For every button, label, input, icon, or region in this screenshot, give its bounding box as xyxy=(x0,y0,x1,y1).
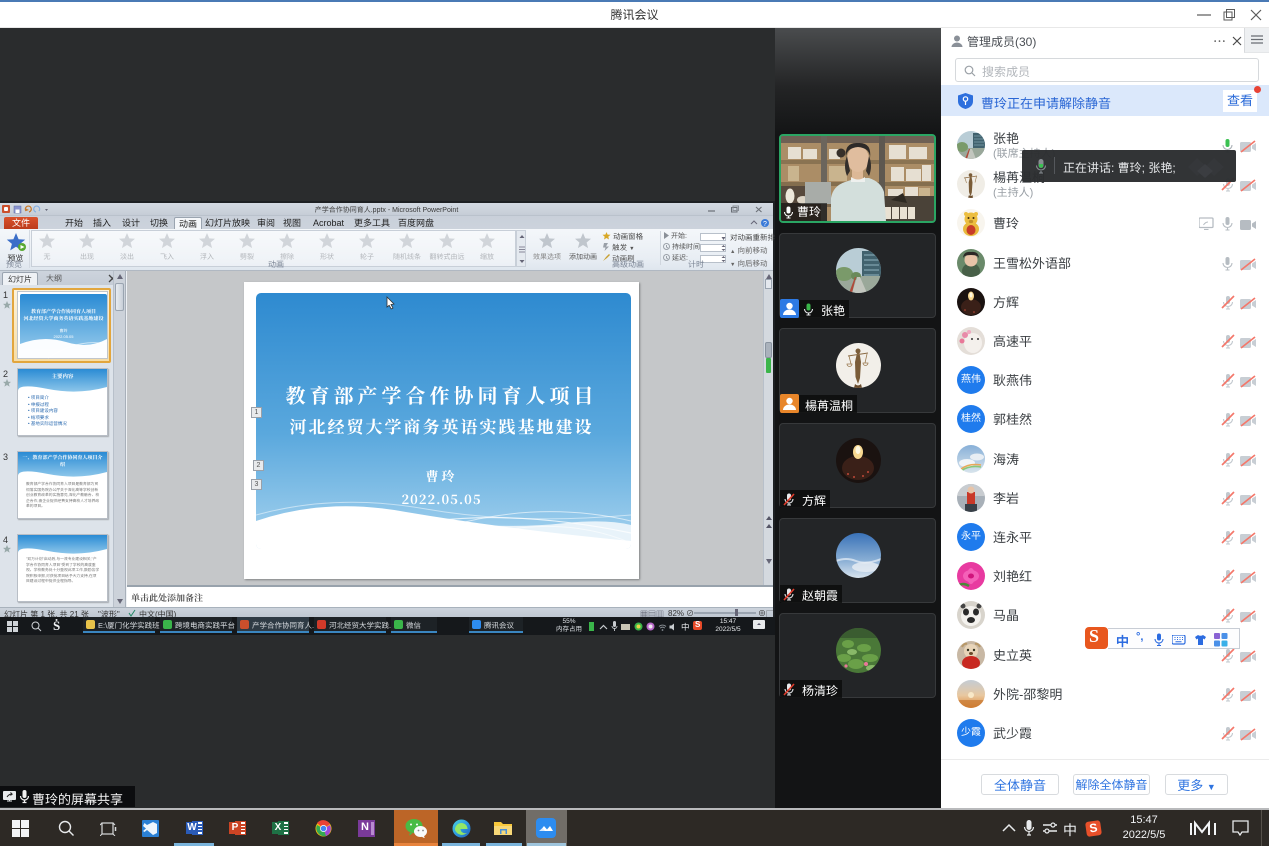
svg-text:?: ? xyxy=(763,221,767,228)
